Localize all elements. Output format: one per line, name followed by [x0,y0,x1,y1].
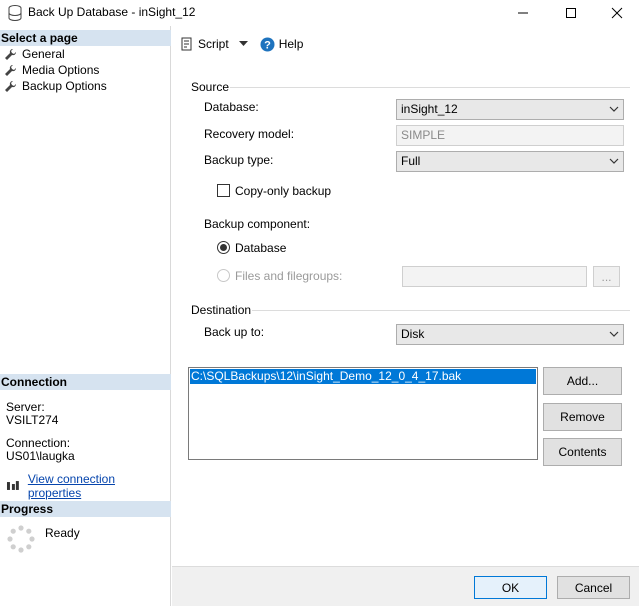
view-connection-properties[interactable]: View connection properties [6,472,170,500]
help-label: Help [278,37,304,51]
title-bar: Back Up Database - inSight_12 [0,0,639,26]
destination-divider [252,310,630,311]
page-item-general[interactable]: General [4,46,65,62]
left-pane: Select a page General Media Options Back… [0,26,171,606]
minimize-button[interactable] [500,0,546,26]
chevron-down-icon [609,325,619,350]
source-section-label: Source [191,80,230,94]
backup-type-value: Full [401,154,421,168]
page-item-label: Media Options [22,63,100,77]
back-up-to-select[interactable]: Disk [396,324,624,345]
script-icon [181,37,192,51]
back-up-to-label: Back up to: [204,325,265,339]
connection-header: Connection [0,374,171,390]
database-label: Database: [204,100,259,114]
server-value: VSILT274 [6,413,59,427]
progress-status: Ready [45,526,80,540]
remove-button[interactable]: Remove [543,403,622,431]
close-icon [611,7,623,19]
destination-list-item[interactable]: C:\SQLBackups\12\inSight_Demo_12_0_4_17.… [190,369,536,384]
ok-button[interactable]: OK [474,576,547,599]
wrench-icon [5,48,17,60]
component-files-label: Files and filegroups: [235,269,343,283]
backup-type-select[interactable]: Full [396,151,624,172]
connection-value: US01\laugka [6,449,75,463]
maximize-button[interactable] [548,0,594,26]
backup-type-label: Backup type: [204,153,274,167]
copy-only-checkbox[interactable] [217,184,230,197]
progress-header: Progress [0,501,171,517]
server-label: Server: [6,400,45,414]
recovery-model-label: Recovery model: [204,127,295,141]
wrench-icon [5,64,17,76]
progress-spinner-icon [6,524,36,557]
footer-bar: OK Cancel [172,566,639,606]
page-item-label: Backup Options [22,79,107,93]
database-icon [8,5,22,21]
copy-only-label: Copy-only backup [235,184,332,198]
component-database-label: Database [235,241,287,255]
wrench-icon [5,80,17,92]
component-files-radio[interactable] [217,269,230,282]
component-database-radio[interactable] [217,241,230,254]
close-button[interactable] [594,0,639,26]
toolbar: Script ? Help [172,26,639,62]
script-label: Script [198,37,229,51]
destination-list[interactable]: C:\SQLBackups\12\inSight_Demo_12_0_4_17.… [188,367,538,460]
select-page-header: Select a page [0,30,171,46]
add-button[interactable]: Add... [543,367,622,395]
svg-text:?: ? [264,39,271,51]
backup-component-label: Backup component: [204,217,311,231]
page-item-backup-options[interactable]: Backup Options [4,78,107,94]
minimize-icon [518,12,528,14]
connection-label: Connection: [6,436,71,450]
chevron-down-icon [609,100,619,125]
page-item-media-options[interactable]: Media Options [4,62,99,78]
destination-section-label: Destination [191,303,252,317]
maximize-icon [566,8,576,18]
page-item-label: General [22,47,65,61]
general-page-content: Source Database: inSight_12 Recovery mod… [172,62,639,566]
help-button[interactable]: ? Help [260,37,304,52]
files-filegroups-field [402,266,587,287]
connection-properties-icon [6,481,19,490]
recovery-model-field: SIMPLE [396,125,624,146]
back-up-to-value: Disk [401,327,425,341]
cancel-button[interactable]: Cancel [557,576,630,599]
contents-button[interactable]: Contents [543,438,622,466]
script-button[interactable]: Script [180,37,248,51]
database-value: inSight_12 [401,102,458,116]
view-connection-properties-link[interactable]: View connection properties [28,472,170,500]
help-icon: ? [260,37,275,51]
chevron-down-icon [609,152,619,177]
source-divider [230,87,630,88]
files-browse-button[interactable]: ... [593,266,620,287]
window-title: Back Up Database - inSight_12 [28,5,196,19]
database-select[interactable]: inSight_12 [396,99,624,120]
dropdown-arrow-icon [238,41,248,46]
